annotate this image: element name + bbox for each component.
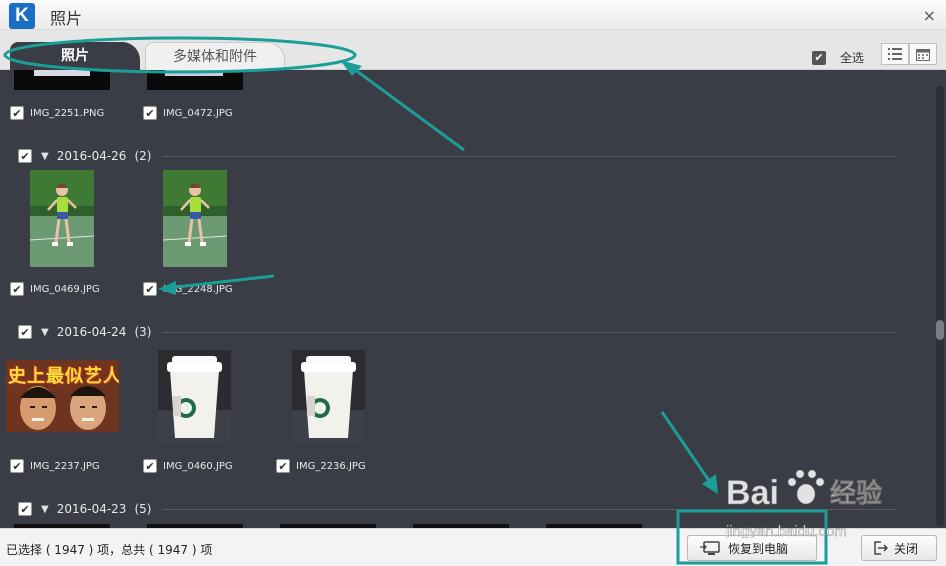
selection-status: 已选择 ( 1947 ) 项，总共 ( 1947 ) 项 <box>6 543 213 557</box>
item-checkbox[interactable]: ✔ <box>143 106 157 120</box>
item-checkbox[interactable]: ✔ <box>276 459 290 473</box>
group-date: 2016-04-24 <box>56 325 127 339</box>
group-count: (5) <box>134 502 152 516</box>
collapse-triangle-icon[interactable]: ▼ <box>41 504 49 515</box>
item-checkbox[interactable]: ✔ <box>10 106 24 120</box>
restore-to-computer-button[interactable]: 恢复到电脑 <box>687 535 817 561</box>
list-view-icon[interactable] <box>881 43 909 65</box>
list-item[interactable]: ✔ IMG_2251.PNG <box>10 106 104 120</box>
group-checkbox[interactable]: ✔ <box>18 325 32 339</box>
group-date: 2016-04-26 <box>56 149 127 163</box>
file-name: IMG_2248.JPG <box>163 283 233 295</box>
tab-photos[interactable]: 照片 <box>10 42 140 70</box>
close-button[interactable]: 关闭 <box>861 535 937 561</box>
item-checkbox[interactable]: ✔ <box>143 282 157 296</box>
select-all[interactable]: ✔ 全选 <box>812 49 864 66</box>
file-name: IMG_0472.JPG <box>163 107 233 119</box>
collapse-triangle-icon[interactable]: ▼ <box>41 151 49 162</box>
coffee-cup-photo-thumbnail[interactable] <box>292 350 365 443</box>
title-bar: K 照片 × <box>0 0 946 30</box>
item-checkbox[interactable]: ✔ <box>143 459 157 473</box>
tennis-photo-thumbnail[interactable] <box>163 170 227 267</box>
tab-bar: 照片 多媒体和附件 ✔ 全选 <box>0 30 946 70</box>
date-group-header[interactable]: ✔ ▼ 2016-04-24 (3) <box>18 325 151 339</box>
close-label: 关闭 <box>894 541 919 556</box>
group-count: (2) <box>134 149 152 163</box>
thumbnail[interactable] <box>14 70 110 90</box>
group-divider <box>162 332 896 333</box>
scrollbar-track[interactable] <box>936 86 944 526</box>
restore-label: 恢复到电脑 <box>728 541 789 556</box>
list-item[interactable]: ✔ IMG_2248.JPG <box>143 282 233 296</box>
list-item[interactable]: ✔ IMG_2236.JPG <box>276 459 366 473</box>
coffee-cup-photo-thumbnail[interactable] <box>158 350 231 443</box>
meme-caption: 史上最似艺人 <box>8 366 119 387</box>
computer-export-icon <box>700 541 720 555</box>
item-checkbox[interactable]: ✔ <box>10 282 24 296</box>
tennis-photo-thumbnail[interactable] <box>30 170 94 267</box>
group-checkbox[interactable]: ✔ <box>18 149 32 163</box>
group-divider <box>162 509 896 510</box>
window-title: 照片 <box>50 9 83 28</box>
select-all-label: 全选 <box>840 51 865 65</box>
calendar-view-icon[interactable] <box>909 43 937 65</box>
select-all-checkbox[interactable]: ✔ <box>812 50 826 65</box>
group-count: (3) <box>134 325 152 339</box>
meme-photo-thumbnail[interactable]: 史上最似艺人 <box>6 360 119 432</box>
app-logo: K <box>9 3 35 29</box>
photo-grid[interactable]: ✔ IMG_2251.PNG ✔ IMG_0472.JPG ✔ ▼ 2016-0… <box>0 70 946 528</box>
scrollbar-thumb[interactable] <box>936 320 944 340</box>
item-checkbox[interactable]: ✔ <box>10 459 24 473</box>
collapse-triangle-icon[interactable]: ▼ <box>41 327 49 338</box>
file-name: IMG_2236.JPG <box>296 460 366 472</box>
file-name: IMG_2237.JPG <box>30 460 100 472</box>
date-group-header[interactable]: ✔ ▼ 2016-04-23 (5) <box>18 502 151 516</box>
file-name: IMG_2251.PNG <box>30 107 105 119</box>
file-name: IMG_0469.JPG <box>30 283 100 295</box>
list-item[interactable]: ✔ IMG_0469.JPG <box>10 282 100 296</box>
status-footer: 已选择 ( 1947 ) 项，总共 ( 1947 ) 项 恢复到电脑 关闭 <box>0 528 946 566</box>
date-group-header[interactable]: ✔ ▼ 2016-04-26 (2) <box>18 149 151 163</box>
list-item[interactable]: ✔ IMG_2237.JPG <box>10 459 100 473</box>
view-switcher <box>881 43 937 65</box>
group-divider <box>162 156 896 157</box>
thumbnail[interactable] <box>147 70 243 90</box>
tab-media-attachments[interactable]: 多媒体和附件 <box>145 42 285 70</box>
list-item[interactable]: ✔ IMG_0460.JPG <box>143 459 233 473</box>
group-date: 2016-04-23 <box>56 502 127 516</box>
exit-icon <box>872 540 889 556</box>
group-checkbox[interactable]: ✔ <box>18 502 32 516</box>
file-name: IMG_0460.JPG <box>163 460 233 472</box>
list-item[interactable]: ✔ IMG_0472.JPG <box>143 106 233 120</box>
close-icon[interactable]: × <box>923 6 936 25</box>
